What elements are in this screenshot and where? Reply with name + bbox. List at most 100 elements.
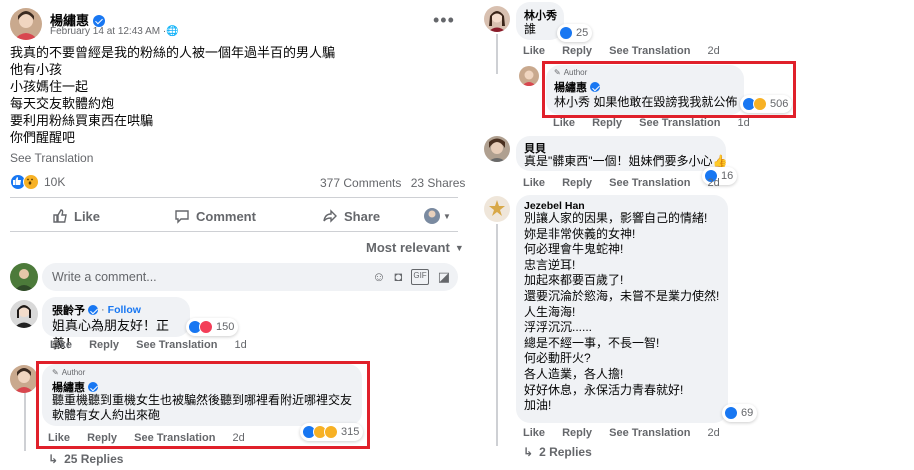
share-audience-selector[interactable]: ▼ bbox=[424, 208, 451, 224]
current-user-avatar bbox=[10, 263, 38, 291]
reaction-count: 10K bbox=[44, 175, 66, 189]
comment-line: 忠言逆耳! bbox=[524, 257, 576, 272]
comment-time[interactable]: 1d bbox=[234, 339, 246, 351]
author-avatar[interactable] bbox=[10, 8, 42, 40]
comment-bubble: Jezebel Han 別讓人家的因果，影響自己的情緒! 妳是非常俠義的女神! … bbox=[516, 195, 728, 423]
write-comment-input[interactable]: Write a comment... bbox=[52, 270, 157, 284]
comment-see-translation[interactable]: See Translation bbox=[639, 117, 720, 129]
comment-line: 好好休息，永保活力青春就好! bbox=[524, 382, 684, 397]
write-comment-box[interactable]: Write a comment... ☺ ◘ GIF ◪ bbox=[42, 263, 458, 291]
commenter-avatar[interactable] bbox=[484, 136, 510, 162]
commenter-avatar[interactable] bbox=[484, 6, 510, 32]
thread-line bbox=[496, 224, 498, 446]
comment-see-translation[interactable]: See Translation bbox=[609, 45, 690, 57]
comment-like-button[interactable]: Like bbox=[553, 117, 575, 129]
comment-line: 何必動肝火? bbox=[524, 351, 591, 366]
like-button[interactable]: Like bbox=[52, 208, 100, 224]
post-line: 他有小孩 bbox=[10, 62, 63, 77]
like-reaction-icon bbox=[724, 406, 738, 420]
comment-line: 還要沉淪於慾海，未嘗不是業力使然! bbox=[524, 288, 720, 303]
comment-reply-button[interactable]: Reply bbox=[562, 427, 592, 439]
reaction-summary[interactable]: 10K bbox=[10, 174, 65, 190]
comment-like-button[interactable]: Like bbox=[523, 45, 545, 57]
comment-sort-dropdown[interactable]: Most relevant ▼ bbox=[366, 240, 464, 255]
sort-label: Most relevant bbox=[366, 240, 450, 255]
comment-reply-button[interactable]: Reply bbox=[562, 45, 592, 57]
reply-arrow-icon: ↳ bbox=[523, 445, 534, 459]
comment-icon bbox=[175, 210, 189, 224]
comment-line: 各人造業，各人擔! bbox=[524, 366, 624, 381]
camera-icon[interactable]: ◘ bbox=[395, 269, 403, 285]
comment-author[interactable]: 張齡予 bbox=[52, 302, 85, 318]
comment-reactions[interactable]: 25 bbox=[557, 24, 593, 42]
comment-line: 妳是非常俠義的女神! bbox=[524, 226, 636, 241]
comment-like-button[interactable]: Like bbox=[50, 339, 72, 351]
author-avatar[interactable] bbox=[10, 365, 38, 393]
reaction-count: 25 bbox=[576, 27, 589, 39]
comment-time[interactable]: 2d bbox=[707, 177, 719, 189]
comment-reactions[interactable]: 69 bbox=[722, 404, 758, 422]
share-label: Share bbox=[344, 208, 381, 224]
comment-text: 別讓人家的因果，影響自己的情緒! 妳是非常俠義的女神! 何必理會牛鬼蛇神! 忠言… bbox=[524, 211, 719, 414]
comment-see-translation[interactable]: See Translation bbox=[136, 339, 217, 351]
comment-reply-button[interactable]: Reply bbox=[89, 339, 119, 351]
view-replies-link[interactable]: ↳ 2 Replies bbox=[523, 445, 592, 459]
comment-time[interactable]: 2d bbox=[707, 45, 719, 57]
comment-bubble: 貝貝 真是"髒東西"一個！姐妹們要多小心👍 bbox=[516, 136, 728, 171]
post-line: 要利用粉絲買東西在哄騙 bbox=[10, 113, 154, 128]
globe-icon: ·🌐 bbox=[162, 26, 179, 37]
see-translation-link[interactable]: See Translation bbox=[10, 151, 93, 165]
reply-arrow-icon: ↳ bbox=[48, 452, 59, 466]
sticker-icon[interactable]: ◪ bbox=[438, 269, 450, 285]
comment-actions: Like Reply See Translation 2d bbox=[523, 427, 734, 439]
comment-text: 真是"髒東西"一個！姐妹們要多小心👍 bbox=[524, 154, 728, 168]
comment-line: 何必理會牛鬼蛇神! bbox=[524, 242, 624, 257]
like-reaction-icon bbox=[559, 26, 573, 40]
comment-actions: Like Reply See Translation 2d bbox=[523, 45, 734, 57]
comment-actions: Like Reply See Translation 2d bbox=[523, 177, 734, 189]
comment-actions: Like Reply See Translation 1d bbox=[50, 339, 261, 351]
view-replies-link[interactable]: ↳ 25 Replies bbox=[48, 452, 123, 466]
caret-down-icon: ▼ bbox=[454, 242, 464, 253]
comment-reactions[interactable]: 150 bbox=[186, 318, 239, 336]
wow-reaction-icon bbox=[23, 174, 39, 190]
commenter-avatar[interactable] bbox=[484, 196, 510, 222]
author-avatar[interactable] bbox=[519, 66, 539, 86]
reaction-count: 150 bbox=[216, 321, 235, 333]
post-line: 每天交友軟體約炮 bbox=[10, 96, 115, 111]
post-line: 你們醒醒吧 bbox=[10, 130, 76, 145]
thread-line bbox=[24, 385, 26, 451]
verified-badge-icon bbox=[88, 305, 98, 315]
comment-reply-button[interactable]: Reply bbox=[562, 177, 592, 189]
chevron-down-icon: ▼ bbox=[443, 211, 451, 221]
comment-time[interactable]: 1d bbox=[737, 117, 749, 129]
comment-button[interactable]: Comment bbox=[174, 208, 256, 224]
comment-label: Comment bbox=[196, 208, 256, 224]
share-button[interactable]: Share bbox=[322, 208, 380, 224]
comment-line: 人生海海! bbox=[524, 304, 576, 319]
reaction-count: 69 bbox=[741, 407, 754, 419]
thread-line bbox=[496, 34, 498, 74]
commenter-avatar[interactable] bbox=[10, 300, 38, 328]
post-body: 我真的不要曾經是我的粉絲的人被一個年過半百的男人騙 他有小孩 小孩媽住一起 每天… bbox=[10, 44, 335, 146]
divider bbox=[10, 197, 458, 198]
comment-see-translation[interactable]: See Translation bbox=[609, 177, 690, 189]
gif-icon[interactable]: GIF bbox=[411, 269, 429, 285]
comment-like-button[interactable]: Like bbox=[523, 177, 545, 189]
shares-count[interactable]: 23 Shares bbox=[411, 176, 466, 190]
comment-reply-button[interactable]: Reply bbox=[592, 117, 622, 129]
comment-line: 加起來都要百歲了! bbox=[524, 273, 624, 288]
follow-link[interactable]: Follow bbox=[108, 304, 141, 316]
comment-time[interactable]: 2d bbox=[707, 427, 719, 439]
emoji-icon[interactable]: ☺ bbox=[372, 269, 385, 285]
like-label: Like bbox=[74, 208, 101, 224]
post-line: 我真的不要曾經是我的粉絲的人被一個年過半百的男人騙 bbox=[10, 45, 336, 60]
comment-like-button[interactable]: Like bbox=[523, 427, 545, 439]
post-timestamp[interactable]: February 14 at 12:43 AM bbox=[50, 26, 160, 37]
replies-count: 2 Replies bbox=[539, 445, 592, 459]
comment-line: 總是不經一事，不長一智! bbox=[524, 335, 660, 350]
more-options-icon[interactable]: ••• bbox=[433, 10, 455, 31]
comments-count[interactable]: 377 Comments bbox=[320, 176, 401, 190]
comment-line: 加油! bbox=[524, 398, 552, 413]
comment-see-translation[interactable]: See Translation bbox=[609, 427, 690, 439]
